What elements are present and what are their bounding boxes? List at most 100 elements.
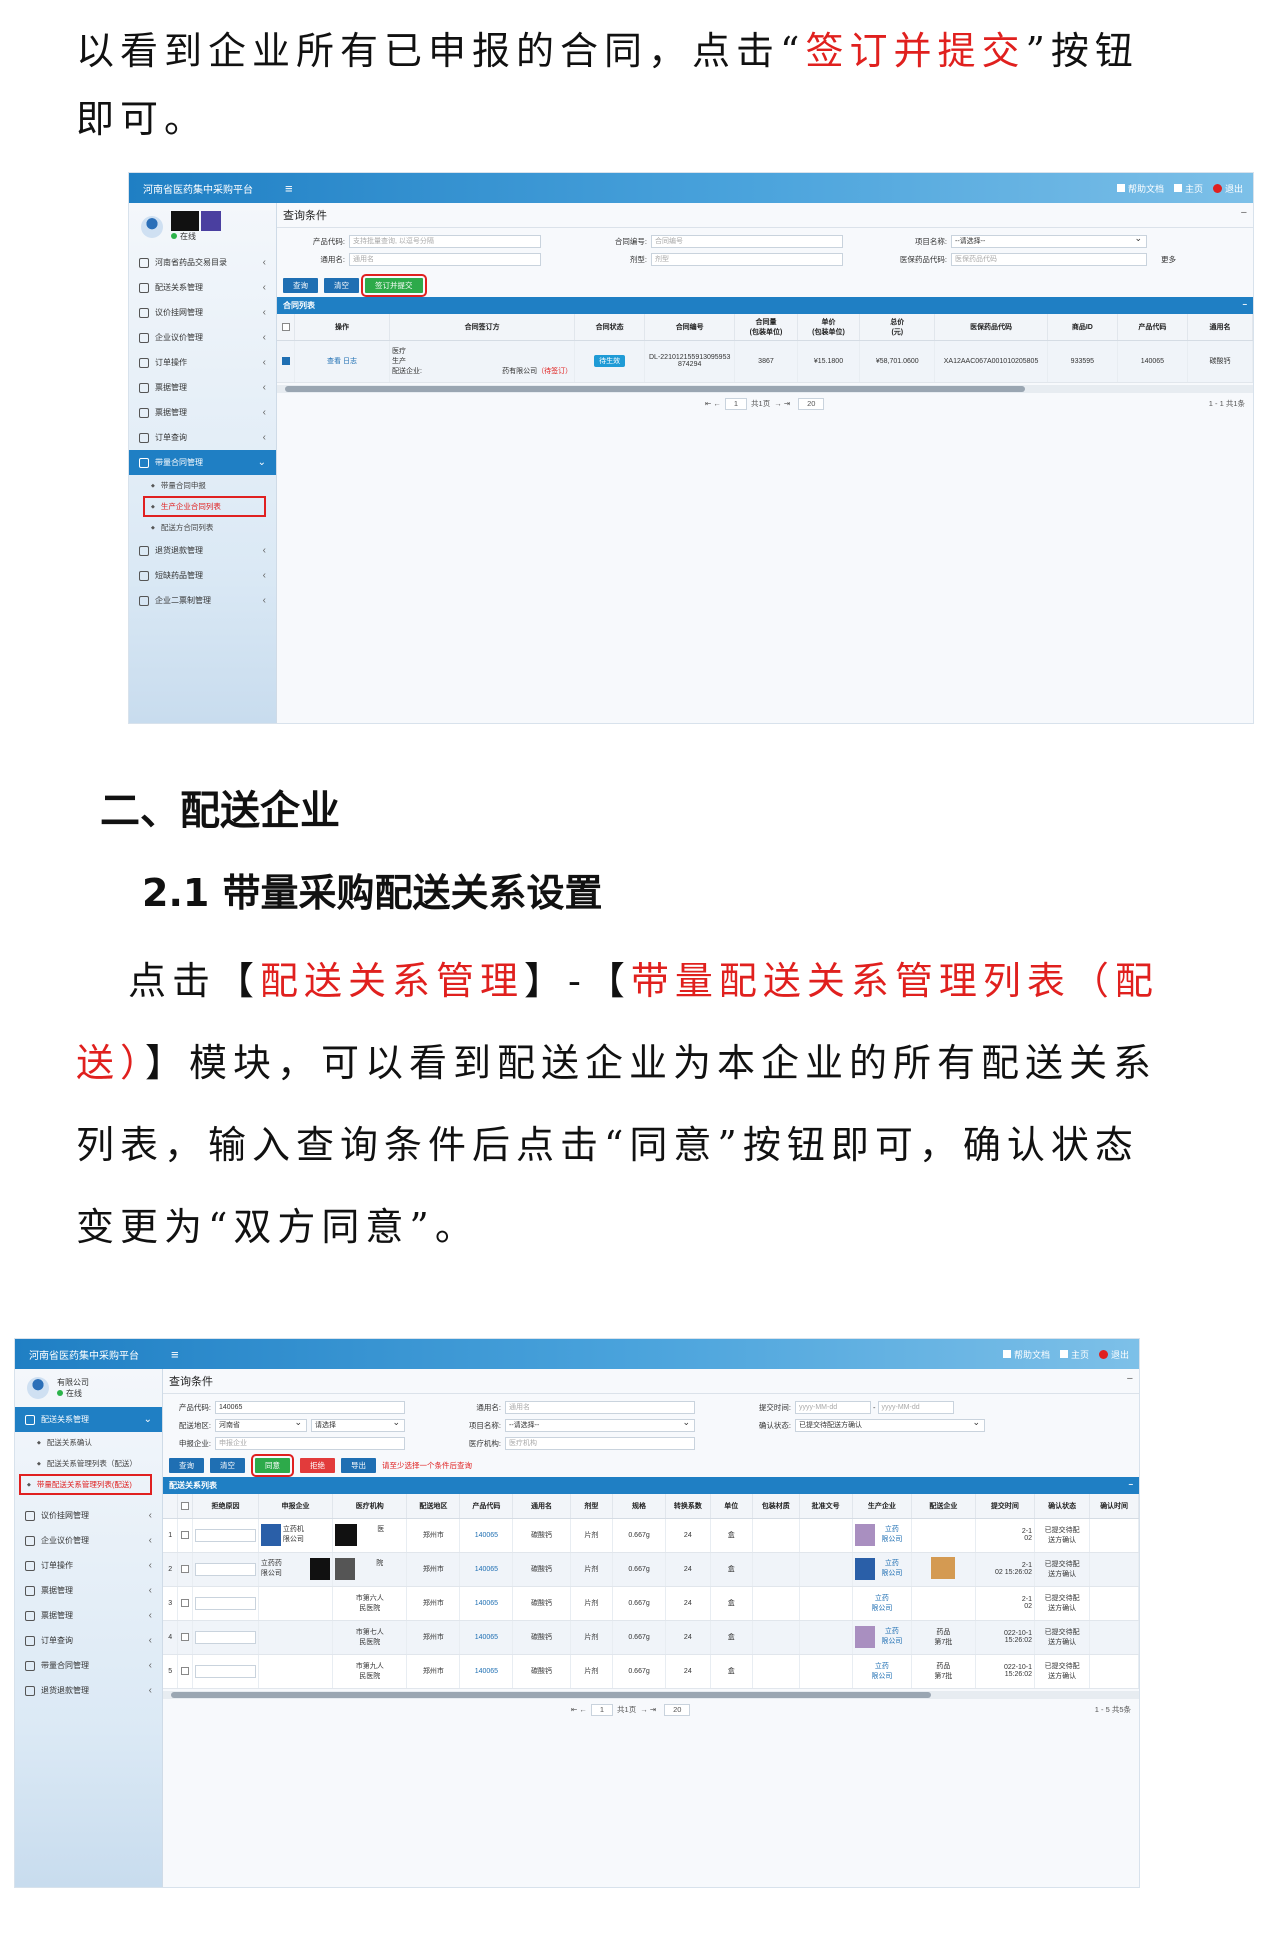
sidebar-item-two-invoice[interactable]: 企业二票制管理 ‹	[129, 588, 276, 613]
more-toggle[interactable]: 更多	[1161, 254, 1176, 265]
product-code[interactable]: 140065	[459, 1654, 514, 1689]
table-row[interactable]: 查看 日志 医疗 生产 配送企业: 药有限公司（待签订） 待生效 DL-221012…	[277, 340, 1253, 383]
export-button[interactable]: 导出	[341, 1458, 376, 1473]
product-code[interactable]: 140065	[459, 1552, 514, 1587]
subitem-relation-confirm[interactable]: 配送关系确认	[15, 1432, 162, 1453]
help-link[interactable]: 帮助文档	[1116, 182, 1164, 195]
sidebar-item-volume-contract[interactable]: 带量合同管理 ‹	[15, 1653, 162, 1678]
table-row[interactable]: 3 市第六人 民医院 郑州市 140065 碳酸钙 片剂 0.667g 24 盒…	[163, 1586, 1139, 1621]
sidebar-item-invoice[interactable]: 票据管理 ‹	[129, 375, 276, 400]
sidebar-item-volume-contract[interactable]: 带量合同管理 ⌄	[129, 450, 276, 475]
subitem-distributor-contract-list[interactable]: 配送方合同列表	[129, 517, 276, 538]
help-link[interactable]: 帮助文档	[1002, 1348, 1050, 1361]
subitem-contract-apply[interactable]: 带量合同申报	[129, 475, 276, 496]
page-input[interactable]: 1	[724, 397, 748, 410]
row-checkbox[interactable]	[277, 340, 295, 383]
insurance-code-input[interactable]: 医保药品代码	[951, 252, 1147, 266]
power-icon	[1212, 183, 1222, 193]
reject-button[interactable]: 拒绝	[300, 1458, 335, 1473]
page-size-select[interactable]: 20	[798, 397, 825, 410]
sidebar-item-refund[interactable]: 退货退款管理 ‹	[15, 1678, 162, 1703]
sign-submit-button[interactable]: 签订并提交	[361, 274, 427, 297]
logout-link[interactable]: 退出	[1098, 1348, 1129, 1361]
product-code[interactable]: 140065	[459, 1620, 514, 1655]
row-checkbox[interactable]	[177, 1620, 194, 1655]
row-checkbox[interactable]	[177, 1654, 194, 1689]
home-link[interactable]: 主页	[1173, 182, 1203, 195]
subitem-volume-relation-list[interactable]: 带量配送关系管理列表(配送)	[19, 1474, 152, 1495]
sidebar-item-invoice[interactable]: 票据管理 ‹	[15, 1578, 162, 1603]
sidebar-item-invoice-2[interactable]: 票据管理 ‹	[129, 400, 276, 425]
first-page-icon[interactable]: ⇤ ←	[705, 399, 721, 408]
apply-company-input[interactable]: 申报企业	[215, 1436, 405, 1450]
reject-reason-input[interactable]	[192, 1586, 259, 1621]
subitem-relation-list[interactable]: 配送关系管理列表（配送）	[15, 1453, 162, 1474]
sidebar-item-negotiation[interactable]: 企业议价管理 ‹	[15, 1528, 162, 1553]
collapse-icon[interactable]: −	[1242, 300, 1247, 311]
product-code-input[interactable]: 支持批量查询, 以逗号分隔	[349, 234, 541, 248]
horizontal-scrollbar[interactable]	[277, 384, 1253, 393]
logout-link[interactable]: 退出	[1212, 182, 1243, 195]
product-code[interactable]: 140065	[459, 1586, 514, 1621]
collapse-icon[interactable]: −	[1241, 207, 1247, 223]
horizontal-scrollbar[interactable]	[163, 1690, 1139, 1699]
first-page-icon[interactable]: ⇤ ←	[571, 1705, 587, 1714]
reject-reason-input[interactable]	[192, 1552, 259, 1587]
menu-toggle-icon[interactable]: ≡	[171, 1347, 179, 1362]
table-row[interactable]: 5 市第九人 民医院 郑州市 140065 碳酸钙 片剂 0.667g 24 盒…	[163, 1654, 1139, 1689]
sidebar-item-listing[interactable]: 议价挂网管理 ‹	[129, 300, 276, 325]
header-checkbox[interactable]	[177, 1494, 194, 1519]
header-checkbox[interactable]	[277, 314, 295, 341]
next-page-icon[interactable]: → ⇥	[774, 399, 790, 408]
sidebar-item-listing[interactable]: 议价挂网管理 ‹	[15, 1503, 162, 1528]
query-button[interactable]: 查询	[283, 278, 318, 293]
confirm-status-select[interactable]: 已提交待配送方确认	[795, 1417, 985, 1432]
dosage-input[interactable]: 剂型	[651, 252, 843, 266]
sidebar-item-invoice-2[interactable]: 票据管理 ‹	[15, 1603, 162, 1628]
collapse-icon[interactable]: −	[1128, 1480, 1133, 1491]
page-input[interactable]: 1	[590, 1703, 614, 1716]
page-size-select[interactable]: 20	[664, 1703, 691, 1716]
row-checkbox[interactable]	[177, 1586, 194, 1621]
generic-input[interactable]: 通用名	[505, 1400, 695, 1414]
menu-toggle-icon[interactable]: ≡	[285, 181, 293, 196]
submit-time-from[interactable]: yyyy-MM-dd	[795, 1400, 871, 1414]
row-actions[interactable]: 查看 日志	[294, 340, 391, 383]
row-checkbox[interactable]	[177, 1552, 194, 1587]
table-row[interactable]: 4 市第七人 民医院 郑州市 140065 碳酸钙 片剂 0.667g 24 盒…	[163, 1620, 1139, 1655]
home-link[interactable]: 主页	[1059, 1348, 1089, 1361]
sidebar-item-order-query[interactable]: 订单查询 ‹	[129, 425, 276, 450]
row-checkbox[interactable]	[177, 1518, 194, 1553]
contract-no-input[interactable]: 合同编号	[651, 234, 843, 248]
query-button[interactable]: 查询	[169, 1458, 204, 1473]
table-row[interactable]: 2 立药药 限公司 院 郑州市 140065 碳酸钙 片剂 0.667g 24 …	[163, 1552, 1139, 1587]
collapse-icon[interactable]: −	[1127, 1373, 1133, 1389]
sidebar-item-order-ops[interactable]: 订单操作 ‹	[129, 350, 276, 375]
subitem-producer-contract-list[interactable]: 生产企业合同列表	[143, 496, 266, 517]
generic-input[interactable]: 通用名	[349, 252, 541, 266]
reject-reason-input[interactable]	[192, 1620, 259, 1655]
product-code[interactable]: 140065	[459, 1518, 514, 1553]
reject-reason-input[interactable]	[192, 1518, 259, 1553]
clear-button[interactable]: 清空	[324, 278, 359, 293]
project-select[interactable]: --请选择--	[505, 1417, 695, 1432]
sidebar-item-drug-catalog[interactable]: 河南省药品交易目录 ‹	[129, 250, 276, 275]
next-page-icon[interactable]: → ⇥	[640, 1705, 656, 1714]
sidebar-item-shortage[interactable]: 短缺药品管理 ‹	[129, 563, 276, 588]
table-row[interactable]: 1 立药机 限公司 医 郑州市 140065 碳酸钙 片剂 0.667g 24 …	[163, 1518, 1139, 1553]
reject-reason-input[interactable]	[192, 1654, 259, 1689]
city-select[interactable]: 请选择	[311, 1417, 405, 1432]
product-code-input[interactable]: 140065	[215, 1400, 405, 1414]
project-select[interactable]: --请选择--	[951, 233, 1147, 248]
sidebar-item-negotiation[interactable]: 企业议价管理 ‹	[129, 325, 276, 350]
sidebar-item-order-ops[interactable]: 订单操作 ‹	[15, 1553, 162, 1578]
sidebar-item-order-query[interactable]: 订单查询 ‹	[15, 1628, 162, 1653]
sidebar-item-delivery[interactable]: 配送关系管理 ⌄	[15, 1407, 162, 1432]
clear-button[interactable]: 清空	[210, 1458, 245, 1473]
sidebar-item-delivery[interactable]: 配送关系管理 ‹	[129, 275, 276, 300]
agree-button[interactable]: 同意	[251, 1454, 294, 1477]
province-select[interactable]: 河南省	[215, 1417, 307, 1432]
sidebar-item-refund[interactable]: 退货退款管理 ‹	[129, 538, 276, 563]
medical-org-input[interactable]: 医疗机构	[505, 1436, 695, 1450]
submit-time-to[interactable]: yyyy-MM-dd	[877, 1400, 954, 1414]
